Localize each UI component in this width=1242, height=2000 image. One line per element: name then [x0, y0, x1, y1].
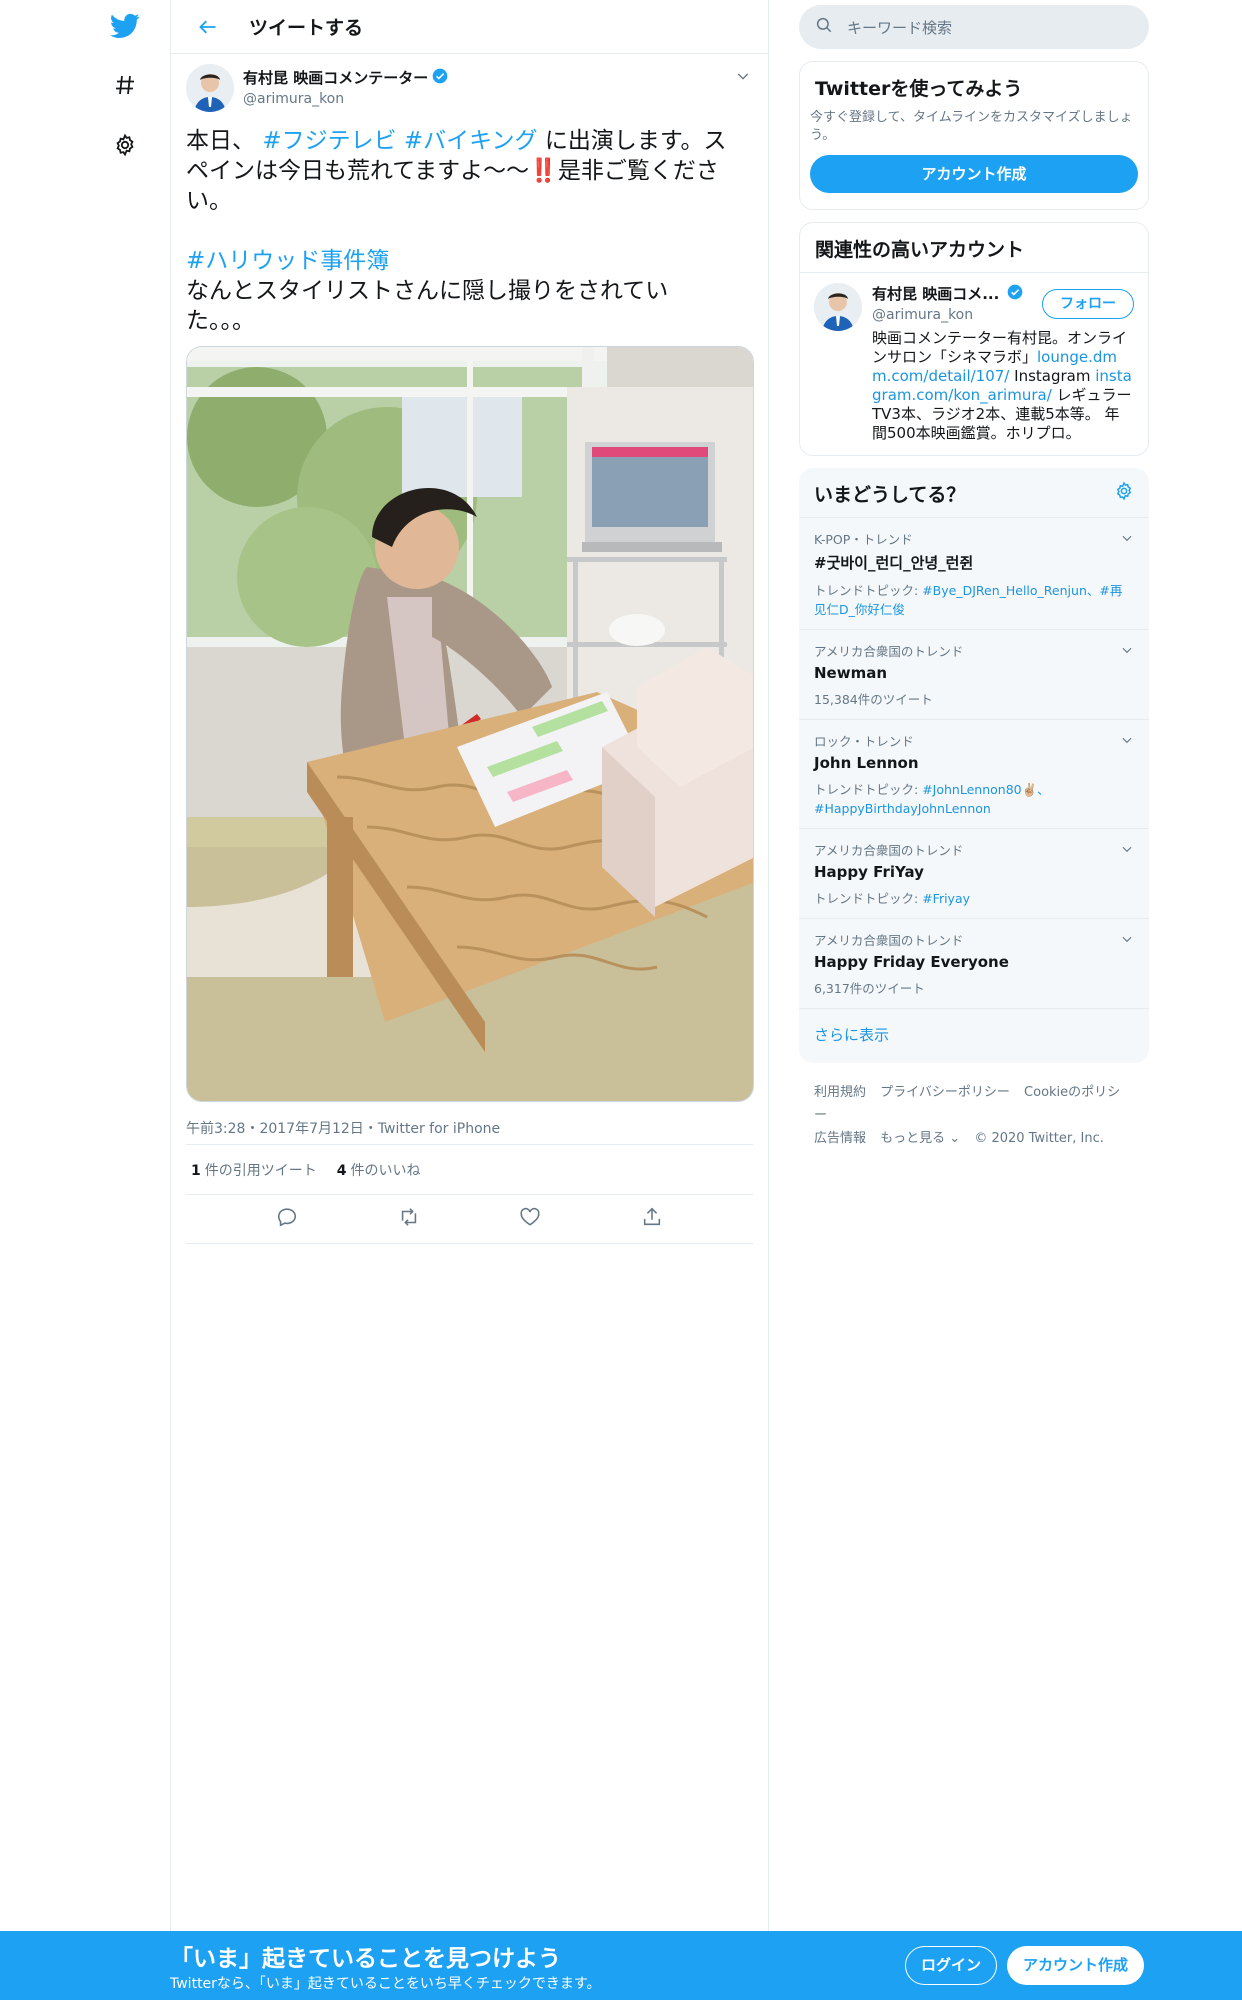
- chevron-down-icon[interactable]: [1120, 931, 1134, 950]
- tweet-options-chevron-down-icon[interactable]: [735, 68, 751, 88]
- author-name[interactable]: 有村昆 映画コメンテーター: [243, 67, 448, 88]
- tweet-stats: 1 件の引用ツイート 4 件のいいね: [186, 1145, 753, 1194]
- settings-gear-icon[interactable]: [108, 128, 142, 162]
- author-name-text: 有村昆 映画コメンテーター: [243, 69, 429, 87]
- bottom-signup-bar: 「いま」起きていることを見つけよう Twitterなら、「いま」起きていることを…: [0, 1931, 1242, 2000]
- create-account-button[interactable]: アカウント作成: [810, 155, 1138, 193]
- signup-panel-title: Twitterを使ってみよう: [815, 78, 1023, 100]
- trend-name: Happy Friday Everyone: [814, 953, 1009, 971]
- retweet-icon[interactable]: [398, 1206, 420, 1232]
- explore-hashtag-icon[interactable]: [108, 68, 142, 102]
- trend-name: Newman: [814, 664, 888, 682]
- trend-tweet-count: 6,317件のツイート: [814, 981, 925, 996]
- related-accounts-title: 関連性の高いアカウント: [800, 223, 1148, 273]
- trend-item[interactable]: アメリカ合衆国のトレンド Happy Friday Everyone 6,317…: [799, 919, 1149, 1009]
- related-account-bio: 映画コメンテーター有村昆。オンラインサロン「シネマラボ」lounge.dmm.c…: [872, 329, 1132, 442]
- trend-context: ロック・トレンド: [814, 734, 914, 749]
- back-arrow-icon[interactable]: [189, 8, 227, 46]
- author-handle[interactable]: @arimura_kon: [243, 91, 448, 107]
- tweet-text-part: なんとスタイリストさんに隠し撮りをされていた。。。: [186, 278, 669, 334]
- bottom-bar-title: 「いま」起きていることを見つけよう: [170, 1946, 561, 1972]
- double-exclamation-emoji: ‼️: [529, 158, 558, 184]
- signup-button[interactable]: アカウント作成: [1007, 1946, 1144, 1985]
- trend-item[interactable]: アメリカ合衆国のトレンド Newman 15,384件のツイート: [799, 630, 1149, 720]
- tweet-text-part: 本日、: [186, 128, 255, 154]
- quote-tweet-count[interactable]: 1 件の引用ツイート: [191, 1160, 317, 1180]
- trends-title: いまどうしてる？: [814, 484, 966, 506]
- search-box[interactable]: キーワード検索: [799, 5, 1149, 49]
- hashtag-link[interactable]: #バイキング: [404, 128, 538, 154]
- trend-subtitle: トレンドトピック: #Bye_DJRen_Hello_Renjun、#再见仁D_…: [814, 583, 1123, 617]
- trend-tweet-count: 15,384件のツイート: [814, 692, 933, 707]
- trend-context: アメリカ合衆国のトレンド: [814, 933, 964, 948]
- right-sidebar: キーワード検索 Twitterを使ってみよう 今すぐ登録して、タイムラインをカス…: [799, 0, 1149, 1150]
- like-heart-icon[interactable]: [519, 1206, 541, 1232]
- trends-settings-gear-icon[interactable]: [1114, 481, 1134, 506]
- trend-context: K-POP・トレンド: [814, 532, 913, 547]
- related-account-avatar[interactable]: [814, 283, 862, 331]
- trend-context: アメリカ合衆国のトレンド: [814, 843, 964, 858]
- show-more-link[interactable]: さらに表示: [799, 1009, 1149, 1063]
- follow-button[interactable]: フォロー: [1042, 289, 1134, 319]
- search-icon: [815, 16, 833, 38]
- tweet-text: 本日、 #フジテレビ #バイキング に出演します。スペインは今日も荒れてますよ〜…: [186, 126, 746, 336]
- footer-ads-link[interactable]: 広告情報: [814, 1131, 866, 1146]
- signup-panel-description: 今すぐ登録して、タイムラインをカスタマイズしましょう。: [810, 110, 1133, 143]
- reply-icon[interactable]: [276, 1206, 298, 1232]
- footer-privacy-link[interactable]: プライバシーポリシー: [880, 1085, 1010, 1100]
- verified-badge-icon: [432, 68, 448, 88]
- tweet: 有村昆 映画コメンテーター @arimura_kon 本日、 #フジテレビ #バ…: [171, 54, 768, 1244]
- trends-panel: いまどうしてる？ K-POP・トレンド #굿바이_런디_안녕_런쥔 トレンドトピ…: [799, 468, 1149, 1063]
- footer-more-link[interactable]: もっと見る ⌄: [880, 1131, 960, 1146]
- chevron-down-icon[interactable]: [1120, 530, 1134, 549]
- tweet-actions: [186, 1195, 753, 1244]
- trend-name: #굿바이_런디_안녕_런쥔: [814, 554, 974, 572]
- verified-badge-icon: [1007, 284, 1023, 304]
- trend-topic-link[interactable]: #Friyay: [922, 891, 970, 906]
- main-header: ツイートする: [171, 0, 768, 54]
- signup-panel: Twitterを使ってみよう 今すぐ登録して、タイムラインをカスタマイズしましょ…: [799, 61, 1149, 210]
- hashtag-link[interactable]: #フジテレビ: [262, 128, 396, 154]
- tweet-photo[interactable]: [186, 346, 754, 1102]
- main-column: ツイートする 有村昆 映画コメンテーター @arimura_kon 本日、 #フ…: [170, 0, 769, 2000]
- trend-subtitle: トレンドトピック: #Friyay: [814, 891, 971, 906]
- trend-context: アメリカ合衆国のトレンド: [814, 644, 964, 659]
- trend-item[interactable]: ロック・トレンド John Lennon トレンドトピック: #JohnLenn…: [799, 720, 1149, 829]
- related-account-name-text: 有村昆 映画コメ...: [872, 285, 1000, 303]
- trend-item[interactable]: K-POP・トレンド #굿바이_런디_안녕_런쥔 トレンドトピック: #Bye_…: [799, 518, 1149, 630]
- footer: 利用規約 プライバシーポリシー Cookieのポリシー 広告情報 もっと見る ⌄…: [799, 1063, 1149, 1150]
- like-count[interactable]: 4 件のいいね: [337, 1160, 421, 1180]
- chevron-down-icon[interactable]: [1120, 732, 1134, 751]
- hashtag-link[interactable]: #ハリウッド事件簿: [186, 248, 389, 274]
- author-avatar[interactable]: [186, 64, 234, 112]
- search-input[interactable]: キーワード検索: [847, 17, 952, 38]
- login-button[interactable]: ログイン: [905, 1946, 997, 1985]
- tweet-author: 有村昆 映画コメンテーター @arimura_kon: [186, 54, 753, 120]
- chevron-down-icon[interactable]: [1120, 841, 1134, 860]
- share-icon[interactable]: [641, 1206, 663, 1232]
- trend-name: Happy FriYay: [814, 863, 924, 881]
- trend-item[interactable]: アメリカ合衆国のトレンド Happy FriYay トレンドトピック: #Fri…: [799, 829, 1149, 919]
- page-title: ツイートする: [249, 17, 364, 39]
- twitter-logo-icon[interactable]: [108, 9, 142, 43]
- left-nav: [0, 0, 170, 2000]
- chevron-down-icon[interactable]: [1120, 642, 1134, 661]
- related-accounts-panel: 関連性の高いアカウント 有村昆 映画コメ... @arimura_kon 映画コ…: [799, 222, 1149, 456]
- related-account: 有村昆 映画コメ... @arimura_kon 映画コメンテーター有村昆。オン…: [800, 273, 1148, 455]
- footer-terms-link[interactable]: 利用規約: [814, 1085, 866, 1100]
- bottom-bar-subtitle: Twitterなら、「いま」起きていることをいち早くチェックできます。: [170, 1976, 601, 1992]
- tweet-meta[interactable]: 午前3:28・2017年7月12日・Twitter for iPhone: [186, 1118, 753, 1144]
- trend-subtitle: トレンドトピック: #JohnLennon80✌🏼、#HappyBirthday…: [814, 782, 1050, 816]
- trend-name: John Lennon: [814, 754, 919, 772]
- footer-copyright: © 2020 Twitter, Inc.: [974, 1131, 1104, 1146]
